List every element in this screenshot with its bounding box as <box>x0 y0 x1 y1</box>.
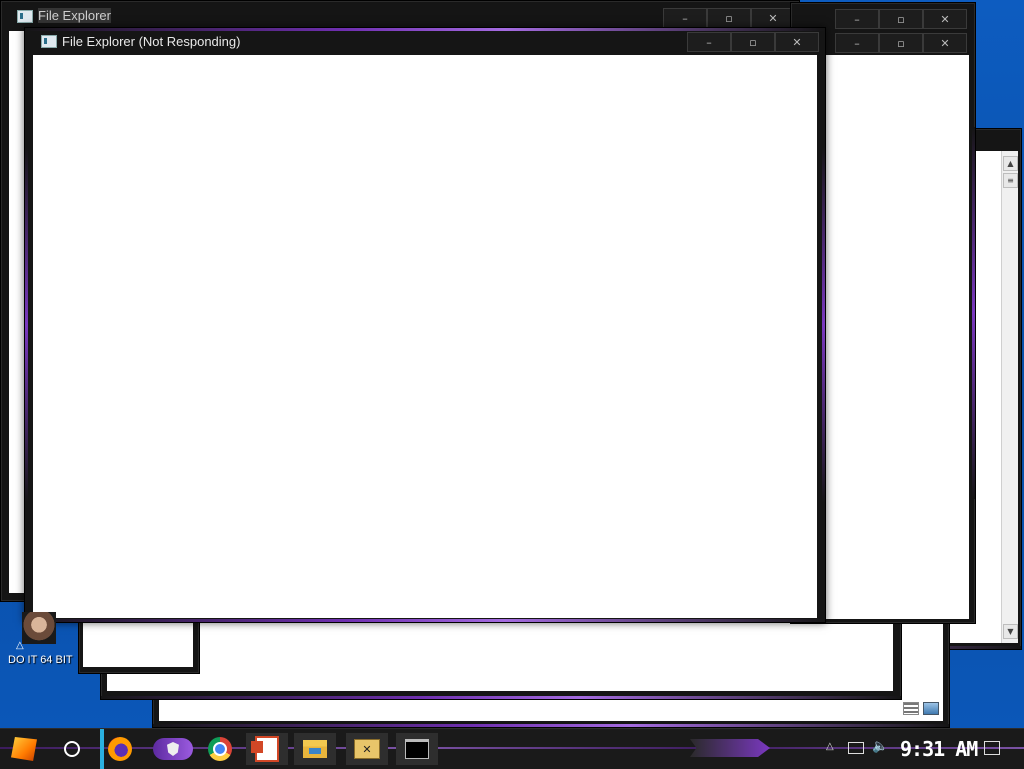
network-icon[interactable] <box>848 742 864 754</box>
window-title: File Explorer (Not Responding) <box>62 34 241 49</box>
window-title: File Explorer <box>38 8 111 23</box>
maximize-button[interactable]: ▫ <box>731 32 775 52</box>
cortana-circle-icon <box>64 741 80 757</box>
shortcut-arrow-icon: △ <box>16 640 24 651</box>
taskbar: ✕ △ 🔈 9:31 AM <box>0 728 1024 769</box>
desktop: ▲ ≡ ▼ File Explorer – ▫ ✕ – ▫ ✕ – ▫ ✕ Fi… <box>0 0 1024 728</box>
close-button[interactable]: ✕ <box>751 8 795 28</box>
preview-view-icon[interactable] <box>923 702 939 715</box>
shortcut-label: DO IT 64 BIT <box>8 654 73 666</box>
maximize-button[interactable]: ▫ <box>879 33 923 53</box>
shortcut-icon <box>22 612 56 644</box>
file-explorer-app-icon <box>41 35 57 48</box>
window-client-area <box>825 55 969 619</box>
show-hidden-icons-button[interactable]: △ <box>826 741 834 752</box>
powerpoint-button[interactable] <box>246 733 288 765</box>
start-button[interactable] <box>4 733 44 765</box>
close-button[interactable]: ✕ <box>775 32 819 52</box>
powerpoint-icon <box>251 736 279 762</box>
purple-app-icon <box>153 738 193 760</box>
firefox-icon <box>108 737 132 761</box>
cortana-button[interactable] <box>52 733 92 765</box>
close-button[interactable]: ✕ <box>923 9 967 29</box>
firefox-button[interactable] <box>100 733 140 765</box>
shield-icon <box>167 742 179 756</box>
file-explorer-window-not-responding[interactable]: File Explorer (Not Responding) – ▫ ✕ <box>24 27 826 623</box>
command-prompt-button[interactable] <box>396 733 438 765</box>
command-prompt-icon <box>405 739 429 759</box>
close-button[interactable]: ✕ <box>923 33 967 53</box>
maximize-button[interactable]: ▫ <box>707 8 751 28</box>
scroll-thumb-icon[interactable]: ≡ <box>1003 173 1018 188</box>
purple-app-button[interactable] <box>150 733 196 765</box>
volume-icon[interactable]: 🔈 <box>872 739 888 754</box>
details-view-icon[interactable] <box>903 702 919 715</box>
action-center-icon[interactable] <box>984 741 1000 755</box>
file-explorer-app-icon <box>17 10 33 23</box>
minimize-button[interactable]: – <box>663 8 707 28</box>
minimize-button[interactable]: – <box>835 9 879 29</box>
maximize-button[interactable]: ▫ <box>879 9 923 29</box>
window-client-area <box>33 55 817 618</box>
xd-button[interactable]: ✕ <box>346 733 388 765</box>
start-icon <box>11 737 37 761</box>
minimize-button[interactable]: – <box>687 32 731 52</box>
xd-icon: ✕ <box>354 739 380 759</box>
desktop-shortcut[interactable]: △ DO IT 64 BIT <box>4 612 78 668</box>
scroll-down-icon[interactable]: ▼ <box>1003 624 1018 639</box>
vertical-scrollbar[interactable]: ▲ ≡ ▼ <box>1001 151 1018 643</box>
chrome-button[interactable] <box>200 733 240 765</box>
taskbar-decoration <box>690 739 770 757</box>
scroll-up-icon[interactable]: ▲ <box>1003 156 1018 171</box>
file-explorer-button[interactable] <box>294 733 336 765</box>
clock[interactable]: 9:31 AM <box>900 737 978 761</box>
chrome-icon <box>208 737 232 761</box>
file-explorer-icon <box>303 740 327 758</box>
minimize-button[interactable]: – <box>835 33 879 53</box>
